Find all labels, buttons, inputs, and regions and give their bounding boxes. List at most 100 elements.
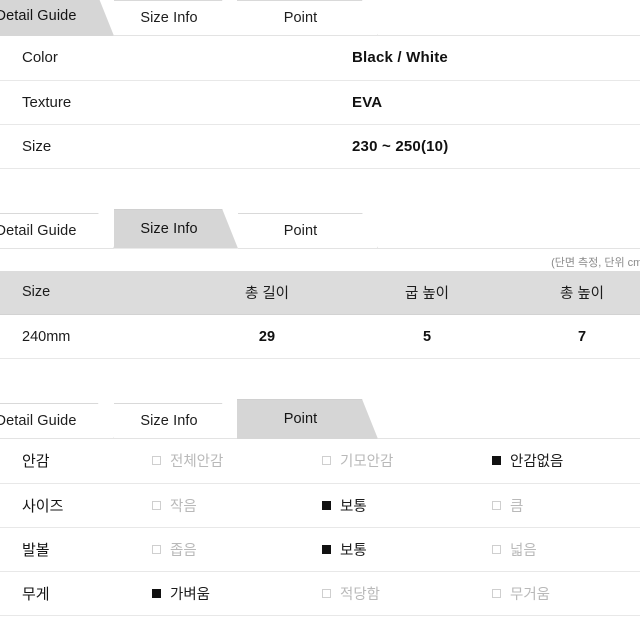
point-option-cell[interactable]: 전체안감	[152, 439, 322, 484]
point-option-cell[interactable]: 무거움	[492, 571, 640, 616]
point-option-cell[interactable]: 보통	[322, 483, 492, 528]
cell-total-length: 29	[182, 314, 352, 359]
tab-point-s3[interactable]: Point	[237, 399, 378, 439]
checkbox-checked[interactable]: 보통	[322, 495, 492, 516]
cell-heel-height: 5	[352, 314, 502, 359]
table-row: 240mm 29 5 7	[0, 314, 640, 359]
table-row: Texture EVA	[0, 80, 640, 125]
checkbox-icon[interactable]	[492, 500, 501, 510]
tab-point-s1[interactable]: Point	[237, 0, 378, 36]
detail-guide-table: Color Black / White Texture EVA Size 230…	[0, 36, 640, 169]
tab-label: Point	[283, 411, 318, 427]
table-row: Size 230 ~ 250(10)	[0, 124, 640, 169]
tab-label: Size Info	[140, 413, 198, 429]
table-row: 무게 가벼움 적당함 무거움	[0, 571, 640, 616]
checkbox-label: 작음	[170, 498, 197, 515]
point-option-cell[interactable]: 보통	[322, 527, 492, 572]
checkbox-icon[interactable]	[322, 544, 331, 554]
point-table: 안감 전체안감 기모안감 안감없음 사이즈 작음 보통 큼 발볼 좁음 보통 넓음 무게 가벼움 적당함 무거…	[0, 439, 640, 616]
spec-value: 230 ~ 250(10)	[152, 124, 640, 169]
size-info-table: Size 총 길이 굽 높이 총 높이 240mm 29 5 7	[0, 270, 640, 359]
checkbox-icon[interactable]	[492, 588, 501, 598]
checkbox-label: 적당함	[340, 586, 381, 603]
checkbox-label: 기모안감	[340, 454, 394, 471]
checkbox-checked[interactable]: 안감없음	[492, 450, 640, 471]
spec-value: EVA	[152, 80, 640, 125]
tab-detail-guide-s3[interactable]: Detail Guide	[0, 403, 114, 439]
checkbox-unchecked[interactable]: 넓음	[492, 539, 640, 560]
tab-detail-guide-s2[interactable]: Detail Guide	[0, 212, 114, 249]
checkbox-unchecked[interactable]: 적당함	[322, 583, 492, 604]
cell-total-height: 7	[502, 314, 640, 359]
checkbox-icon[interactable]	[492, 456, 501, 466]
spec-key: Size	[0, 124, 152, 169]
spec-key: Color	[0, 36, 152, 81]
checkbox-unchecked[interactable]: 큼	[492, 495, 640, 516]
point-option-cell[interactable]: 안감없음	[492, 439, 640, 484]
cell-size: 240mm	[0, 314, 182, 359]
product-detail-page: Detail Guide Size Info Point Color Black…	[0, 0, 640, 616]
point-option-cell[interactable]: 작음	[152, 483, 322, 528]
point-option-cell[interactable]: 좁음	[152, 527, 322, 572]
tab-label: Size Info	[140, 220, 198, 237]
checkbox-label: 큼	[510, 498, 524, 515]
checkbox-icon[interactable]	[152, 588, 161, 598]
measurement-note: (단면 측정, 단위 cm)	[551, 256, 640, 269]
table-row: 안감 전체안감 기모안감 안감없음	[0, 439, 640, 484]
tab-size-info-s1[interactable]: Size Info	[114, 0, 238, 36]
checkbox-checked[interactable]: 가벼움	[152, 583, 322, 604]
tabbar-detail-guide: Detail Guide Size Info Point	[0, 0, 640, 36]
checkbox-icon[interactable]	[152, 544, 161, 554]
point-row-label: 발볼	[0, 527, 152, 572]
checkbox-unchecked[interactable]: 기모안감	[322, 450, 492, 471]
checkbox-unchecked[interactable]: 무거움	[492, 583, 640, 604]
table-row: 발볼 좁음 보통 넓음	[0, 527, 640, 572]
checkbox-icon[interactable]	[152, 456, 161, 466]
column-header: 총 높이	[502, 270, 640, 315]
measurement-note-row: (단면 측정, 단위 cm)	[0, 248, 640, 271]
checkbox-icon[interactable]	[322, 500, 331, 510]
checkbox-icon[interactable]	[152, 500, 161, 510]
checkbox-unchecked[interactable]: 좁음	[152, 539, 322, 560]
point-option-cell[interactable]: 넓음	[492, 527, 640, 572]
tab-label: Detail Guide	[0, 222, 77, 239]
section-gap-2	[0, 359, 640, 399]
tab-label: Detail Guide	[0, 413, 77, 429]
table-row: 사이즈 작음 보통 큼	[0, 483, 640, 528]
column-header: Size	[0, 270, 182, 315]
checkbox-checked[interactable]: 보통	[322, 539, 492, 560]
point-option-cell[interactable]: 적당함	[322, 571, 492, 616]
point-option-cell[interactable]: 가벼움	[152, 571, 322, 616]
column-header: 총 길이	[182, 270, 352, 315]
spec-value: Black / White	[152, 36, 640, 81]
checkbox-icon[interactable]	[492, 544, 501, 554]
table-header-row: Size 총 길이 굽 높이 총 높이	[0, 270, 640, 315]
checkbox-label: 넓음	[510, 542, 537, 559]
tab-label: Point	[283, 10, 318, 26]
tab-label: Size Info	[140, 10, 198, 26]
point-option-cell[interactable]: 기모안감	[322, 439, 492, 484]
tab-label: Point	[283, 222, 318, 239]
column-header: 굽 높이	[352, 270, 502, 315]
checkbox-icon[interactable]	[322, 456, 331, 466]
checkbox-unchecked[interactable]: 전체안감	[152, 450, 322, 471]
checkbox-icon[interactable]	[322, 588, 331, 598]
tab-point-s2[interactable]: Point	[237, 212, 378, 249]
checkbox-unchecked[interactable]: 작음	[152, 495, 322, 516]
tab-size-info-s2[interactable]: Size Info	[114, 208, 238, 249]
spec-key: Texture	[0, 80, 152, 125]
point-row-label: 사이즈	[0, 483, 152, 528]
checkbox-label: 좁음	[170, 542, 197, 559]
tab-size-info-s3[interactable]: Size Info	[114, 403, 238, 439]
tabbar-underline-2	[0, 247, 640, 249]
tabbar-point: Detail Guide Size Info Point	[0, 399, 640, 439]
tab-detail-guide-s1[interactable]: Detail Guide	[0, 0, 114, 36]
checkbox-label: 보통	[340, 498, 367, 515]
tab-label: Detail Guide	[0, 8, 77, 24]
checkbox-label: 무거움	[510, 586, 551, 603]
tabbar-size-info: Detail Guide Size Info Point	[0, 208, 640, 249]
checkbox-label: 안감없음	[510, 454, 564, 471]
point-option-cell[interactable]: 큼	[492, 483, 640, 528]
checkbox-label: 가벼움	[170, 586, 211, 603]
section-gap-1	[0, 168, 640, 209]
